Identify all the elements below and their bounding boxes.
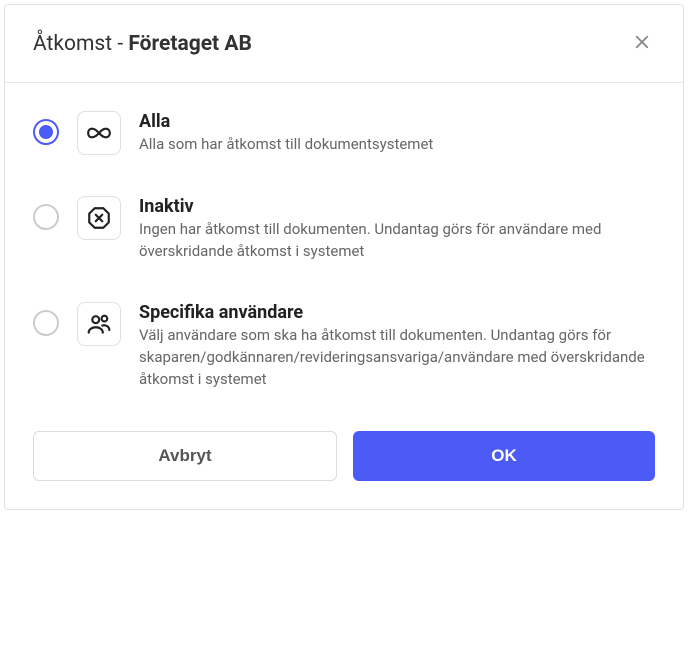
dialog-title: Åtkomst - Företaget AB	[33, 32, 252, 56]
dialog-header: Åtkomst - Företaget AB	[5, 5, 683, 83]
ok-button[interactable]: OK	[353, 431, 655, 481]
option-all[interactable]: Alla Alla som har åtkomst till dokuments…	[33, 111, 655, 156]
radio-all[interactable]	[33, 119, 59, 145]
option-specific-title: Specifika användare	[139, 302, 655, 323]
title-company: Företaget AB	[128, 32, 252, 56]
option-inactive-description: Ingen har åtkomst till dokumenten. Undan…	[139, 219, 655, 263]
blocked-icon	[77, 196, 121, 240]
dialog-body: Alla Alla som har åtkomst till dokuments…	[5, 83, 683, 431]
option-all-description: Alla som har åtkomst till dokumentsystem…	[139, 134, 655, 156]
option-specific-description: Välj användare som ska ha åtkomst till d…	[139, 325, 655, 390]
dialog-footer: Avbryt OK	[5, 431, 683, 509]
option-specific-text: Specifika användare Välj användare som s…	[139, 302, 655, 390]
option-all-title: Alla	[139, 111, 655, 132]
option-inactive[interactable]: Inaktiv Ingen har åtkomst till dokumente…	[33, 196, 655, 263]
access-dialog: Åtkomst - Företaget AB Alla Alla som har…	[4, 4, 684, 510]
close-button[interactable]	[629, 29, 655, 58]
option-all-text: Alla Alla som har åtkomst till dokuments…	[139, 111, 655, 156]
option-inactive-title: Inaktiv	[139, 196, 655, 217]
option-inactive-text: Inaktiv Ingen har åtkomst till dokumente…	[139, 196, 655, 263]
close-icon	[633, 33, 651, 54]
option-specific[interactable]: Specifika användare Välj användare som s…	[33, 302, 655, 390]
infinity-icon	[77, 111, 121, 155]
radio-specific[interactable]	[33, 310, 59, 336]
users-icon	[77, 302, 121, 346]
title-prefix: Åtkomst -	[33, 32, 128, 56]
cancel-button[interactable]: Avbryt	[33, 431, 337, 481]
radio-inactive[interactable]	[33, 204, 59, 230]
